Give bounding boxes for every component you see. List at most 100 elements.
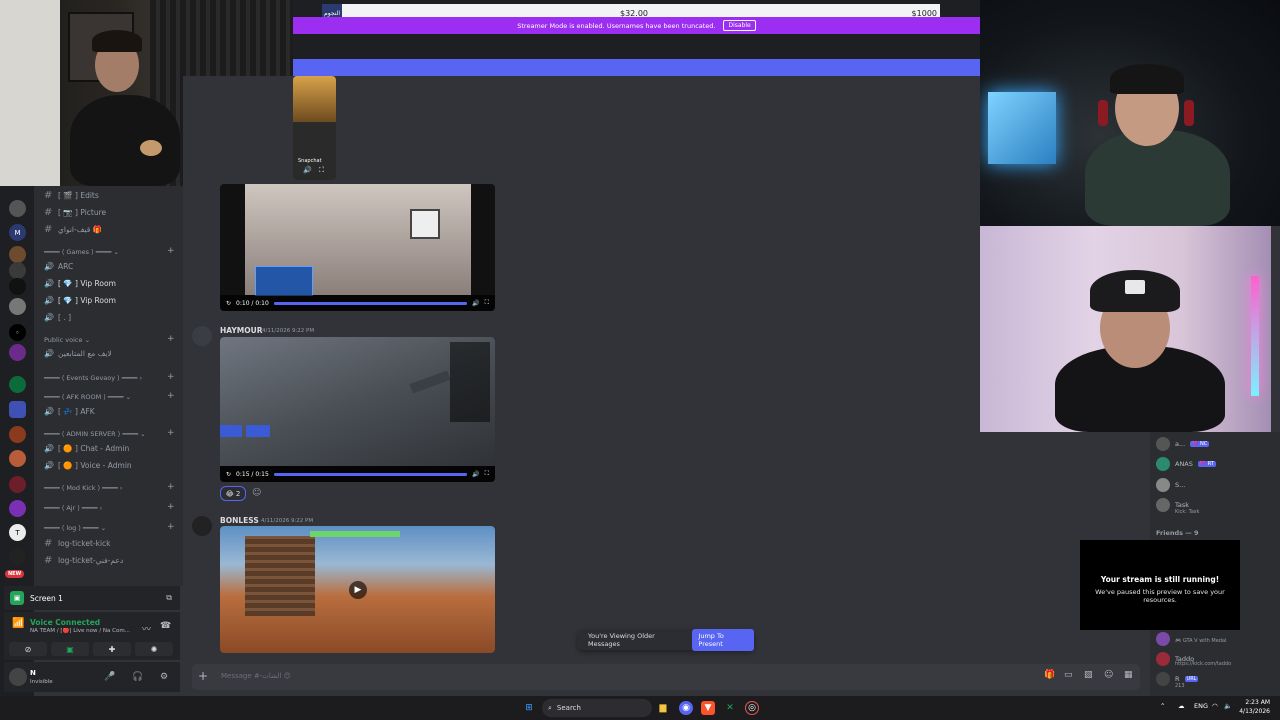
speaker-icon[interactable]: 🔈 [1224,702,1232,710]
member-item[interactable]: S... [1156,478,1185,492]
activities-button[interactable]: ✚ [93,642,131,656]
message-input[interactable]: Message #-الشات 😊 [221,672,291,680]
category-public-voice[interactable]: Public voice ⌄ [44,336,90,344]
headset-icon[interactable]: 🎧 [132,672,143,682]
video-attachment[interactable]: ▶ [220,526,495,653]
voice-connected-title[interactable]: Voice Connected [30,618,100,627]
voice-channel-path[interactable]: NA TEAM / [🔴] Live now / Na Com... [30,628,134,634]
fullscreen-icon[interactable]: ⛶ [485,470,489,478]
replay-icon[interactable]: ↻ [226,471,231,478]
add-channel-icon[interactable]: + [167,246,175,256]
member-item[interactable] [1156,632,1175,646]
apps-icon[interactable]: ▦ [1124,670,1133,680]
keyboard-language[interactable]: ENG [1194,702,1208,710]
category-admin[interactable]: ━━━━ ⟨ ADMIN SERVER ⟩ ━━━━ ⌄ [44,430,146,438]
system-clock[interactable]: 2:23 AM 4/13/2026 [1239,698,1270,716]
member-item[interactable]: a... 💜 NC [1156,437,1210,451]
voice-channel-live[interactable]: 🔊 لايف مع المتابعين [44,349,112,358]
voice-channel-vip-room[interactable]: 🔊[ 💎 ] Vip Room [44,279,116,288]
voice-channel-afk[interactable]: 🔊[ 💤 ] AFK [44,407,95,416]
server-icon[interactable] [9,401,26,418]
sticker-icon[interactable]: ▧ [1084,670,1093,680]
volume-icon[interactable]: 🔊 [303,166,312,174]
channel-log-ticket-support[interactable]: # log-ticket-دعم-فني [44,555,123,566]
message-author[interactable]: BONLESS [220,516,259,525]
server-icon[interactable] [9,298,26,315]
camera-off-button[interactable]: ⊘ [9,642,47,656]
server-icon[interactable] [9,426,26,443]
server-icon[interactable] [9,548,26,565]
category-afk[interactable]: ━━━━ ⟨ AFK ROOM ⟩ ━━━━ ⌄ [44,393,131,401]
avatar[interactable] [192,516,212,536]
attach-plus-icon[interactable]: + [198,669,208,683]
folder-icon[interactable]: ▆ [656,701,670,715]
server-icon[interactable] [9,200,26,217]
reaction-button[interactable]: 😂 2 [220,486,246,501]
server-icon[interactable] [9,278,26,295]
disconnect-icon[interactable]: ☎ [160,621,171,631]
gear-icon[interactable]: ⚙ [160,672,168,682]
seek-bar[interactable] [273,472,468,476]
voice-channel-chat-admin[interactable]: 🔊[ 🟠 ] Chat - Admin [44,444,129,453]
server-icon[interactable]: M [9,224,26,241]
fullscreen-icon[interactable]: ⛶ [319,166,324,175]
category-mod-kick[interactable]: ━━━━ ⟨ Mod Kick ⟩ ━━━━ › [44,484,123,492]
voice-channel-dot[interactable]: 🔊[ . ] [44,313,71,322]
soundboard-button[interactable]: ✺ [135,642,173,656]
screen-share-panel[interactable]: ▣ Screen 1 ⧉ [4,586,180,610]
channel-edits[interactable]: #[ 🎬 ] Edits [44,190,99,201]
add-channel-icon[interactable]: + [167,334,175,344]
add-reaction-icon[interactable]: ☺ [252,488,261,498]
add-channel-icon[interactable]: + [167,482,175,492]
avatar[interactable] [192,326,212,346]
channel-picture[interactable]: #[ 📷 ] Picture [44,207,106,218]
gift-icon[interactable]: 🎁 [1044,670,1055,680]
obs-icon[interactable]: ◎ [745,701,759,715]
add-channel-icon[interactable]: + [167,502,175,512]
emoji-icon[interactable]: ☺ [1104,670,1113,680]
discord-icon[interactable]: ◉ [679,701,693,715]
noise-suppression-icon[interactable]: 〰 [142,622,151,635]
volume-icon[interactable]: 🔊 [472,471,479,478]
channel-log-ticket-kick[interactable]: # log-ticket-kick [44,538,111,549]
voice-channel-vip-room[interactable]: 🔊[ 💎 ] Vip Room [44,296,116,305]
server-icon[interactable] [9,476,26,493]
server-icon[interactable] [9,500,26,517]
cloud-icon[interactable]: ☁ [1178,702,1185,710]
popout-icon[interactable]: ⧉ [166,593,172,603]
brave-icon[interactable]: ▼ [701,701,715,715]
windows-start-icon[interactable]: ⊞ [522,701,536,715]
channel-arabic[interactable]: # قيف-انواي 🎁 [44,224,102,235]
wifi-icon[interactable]: ◠ [1212,702,1218,710]
microphone-icon[interactable]: 🎤 [104,672,115,682]
server-icon[interactable] [9,344,26,361]
category-games[interactable]: ━━━━ ⟨ Games ⟩ ━━━━ ⌄ [44,248,119,256]
gif-icon[interactable]: ▭ [1064,670,1073,680]
chevron-up-icon[interactable]: ⌃ [1160,702,1165,710]
category-events[interactable]: ━━━━ ⟨ Events Gevaoy ⟩ ━━━━ › [44,374,142,382]
server-icon[interactable] [9,262,26,279]
server-icon[interactable] [9,450,26,467]
message-composer[interactable]: + Message #-الشات 😊 🎁 ▭ ▧ ☺ ▦ [192,664,1140,690]
video-attachment[interactable]: ↻ 0:10 / 0:10 🔊 ⛶ [220,184,495,311]
video-attachment[interactable]: ↻ 0:15 / 0:15 🔊 ⛶ [220,337,495,482]
add-channel-icon[interactable]: + [167,391,175,401]
avatar[interactable] [9,668,27,686]
snapchat-preview[interactable]: Snapchat 🔊 ⛶ [293,76,336,180]
taskbar-search[interactable]: ⌕ Search [542,699,652,717]
voice-channel-arc[interactable]: 🔊 ARC [44,262,73,271]
add-channel-icon[interactable]: + [167,522,175,532]
server-icon[interactable] [9,376,26,393]
message-author[interactable]: HAYMOUR [220,326,263,335]
fullscreen-icon[interactable]: ⛶ [485,299,489,307]
stream-paused-overlay[interactable]: Your stream is still running! We've paus… [1080,540,1240,630]
signal-icon[interactable]: 📶 [12,618,24,629]
screen-share-button[interactable]: ▣ [51,642,89,656]
excel-icon[interactable]: ✕ [723,701,737,715]
category-ajr[interactable]: ━━━━ ⟨ Ajr ⟩ ━━━━ › [44,504,102,512]
server-icon[interactable]: ◦ [9,324,26,341]
voice-channel-voice-admin[interactable]: 🔊[ 🟠 ] Voice - Admin [44,461,132,470]
add-channel-icon[interactable]: + [167,372,175,382]
jump-to-present-button[interactable]: Jump To Present [692,629,754,651]
play-icon[interactable]: ▶ [349,581,367,599]
